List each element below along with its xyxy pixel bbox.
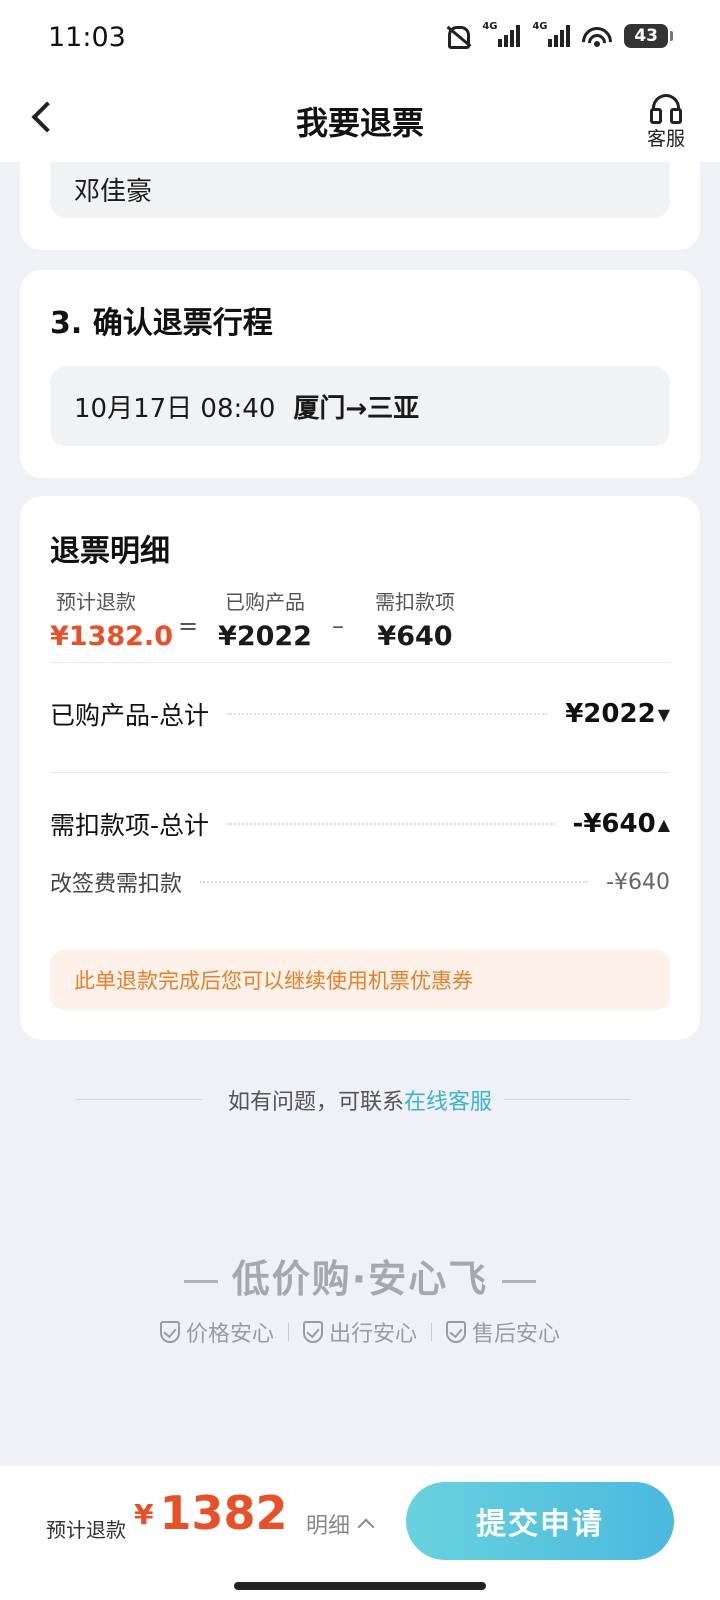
- network-type-2: 4G: [532, 21, 548, 32]
- dotted-leader: [227, 823, 555, 825]
- formula-deduct-value: ¥640: [377, 621, 453, 652]
- customer-service-button[interactable]: 客服: [642, 94, 690, 152]
- signal-icon-2: 4G: [532, 21, 571, 47]
- purchased-total-value: ¥2022: [565, 699, 656, 729]
- slogan: 低价购·安心飞: [0, 1248, 720, 1303]
- submit-button[interactable]: 提交申请: [406, 1482, 674, 1560]
- formula-deduct: 需扣款项 ¥640: [362, 586, 468, 652]
- purchased-total-row[interactable]: 已购产品-总计 ¥2022 ▼: [50, 694, 670, 734]
- badge-travel: 出行安心: [302, 1316, 417, 1348]
- status-bar: 11:03 4G 4G 43: [0, 0, 720, 80]
- headset-icon: [650, 94, 682, 124]
- caret-up-icon[interactable]: ▲: [658, 815, 670, 834]
- badge-price-label: 价格安心: [185, 1322, 274, 1347]
- trip-item: 10月17日 08:40 厦门→三亚: [50, 366, 670, 446]
- refund-page: 邓佳豪 11:03 4G 4G 43 我要退票 客服 3. 确认退票行程 10月…: [0, 0, 720, 1600]
- dotted-leader: [200, 881, 589, 883]
- formula-purchased-label: 已购产品: [225, 590, 305, 614]
- signal-icon: 4G: [482, 21, 521, 47]
- formula-equals: =: [178, 612, 199, 640]
- nav-header: 我要退票 客服: [0, 80, 720, 162]
- trip-date-time: 10月17日 08:40: [74, 393, 276, 424]
- online-service-link[interactable]: 在线客服: [404, 1090, 492, 1115]
- est-refund-label: 预计退款: [46, 1518, 126, 1542]
- battery-icon: 43: [624, 24, 673, 48]
- badge-travel-label: 出行安心: [328, 1322, 417, 1347]
- deduct-total-value: -¥640: [572, 809, 656, 839]
- slogan-dash-left: [183, 1280, 218, 1283]
- formula-purchased: 已购产品 ¥2022: [212, 586, 318, 652]
- status-icons: 4G 4G 43: [444, 21, 673, 49]
- divider: [50, 772, 670, 773]
- wifi-icon: [582, 25, 613, 47]
- mute-icon: [444, 24, 471, 49]
- badge-price: 价格安心: [159, 1316, 274, 1348]
- home-indicator[interactable]: [234, 1582, 486, 1590]
- detail-section-title: 退票明细: [50, 534, 170, 569]
- trip-card: 3. 确认退票行程 10月17日 08:40 厦门→三亚: [20, 270, 700, 478]
- contact-line: 如有问题，可联系在线客服: [0, 1080, 720, 1120]
- contact-text: 如有问题，可联系: [227, 1090, 404, 1115]
- slogan-text: 低价购·安心飞: [231, 1257, 489, 1301]
- purchased-total-label: 已购产品-总计: [50, 701, 210, 730]
- trip-route: 厦门→三亚: [293, 393, 420, 424]
- change-fee-value: -¥640: [606, 869, 670, 895]
- formula-refund-value: ¥1382.0: [50, 621, 173, 652]
- status-time: 11:03: [48, 22, 126, 53]
- slogan-dash-right: [502, 1280, 537, 1283]
- formula-minus: –: [332, 612, 344, 640]
- change-fee-row: 改签费需扣款 -¥640: [50, 862, 670, 902]
- bottom-bar: 预计退款 ¥1382 明细 提交申请: [0, 1466, 720, 1600]
- coupon-notice: 此单退款完成后您可以继续使用机票优惠券: [50, 950, 670, 1010]
- formula-deduct-label: 需扣款项: [375, 590, 455, 614]
- refund-detail-card: 退票明细 预计退款 ¥1382.0 = 已购产品 ¥2022 – 需扣款项 ¥6…: [20, 496, 700, 1040]
- deduct-total-row[interactable]: 需扣款项-总计 -¥640 ▲: [50, 804, 670, 844]
- customer-service-label: 客服: [646, 128, 685, 150]
- shield-check-icon: [446, 1321, 466, 1343]
- est-refund-number: 1382: [159, 1486, 288, 1540]
- page-title: 我要退票: [295, 104, 424, 142]
- change-fee-label: 改签费需扣款: [50, 872, 183, 897]
- network-type: 4G: [482, 21, 498, 32]
- passenger-name: 邓佳豪: [50, 160, 670, 218]
- contact-text-wrap: 如有问题，可联系在线客服: [0, 1084, 720, 1116]
- detail-toggle-label: 明细: [306, 1514, 351, 1539]
- formula-refund: 预计退款 ¥1382.0: [50, 586, 173, 652]
- deduct-total-label: 需扣款项-总计: [50, 811, 210, 840]
- refund-formula: 预计退款 ¥1382.0 = 已购产品 ¥2022 – 需扣款项 ¥640: [50, 586, 670, 666]
- formula-refund-label: 预计退款: [56, 590, 136, 614]
- assurance-badges: 价格安心 出行安心 售后安心: [0, 1316, 720, 1348]
- badge-aftersale: 售后安心: [446, 1316, 560, 1348]
- currency-symbol: ¥: [134, 1498, 154, 1531]
- badge-aftersale-label: 售后安心: [472, 1322, 561, 1347]
- est-refund-amount: ¥1382: [134, 1486, 288, 1540]
- divider: [50, 662, 670, 663]
- badge-separator: [431, 1323, 432, 1341]
- formula-purchased-value: ¥2022: [218, 621, 312, 652]
- detail-toggle[interactable]: 明细: [306, 1508, 375, 1540]
- chevron-up-icon: [357, 1518, 375, 1536]
- caret-down-icon[interactable]: ▼: [658, 705, 670, 724]
- shield-check-icon: [302, 1321, 323, 1343]
- badge-separator: [287, 1323, 289, 1341]
- trip-section-title: 3. 确认退票行程: [50, 306, 273, 341]
- shield-check-icon: [159, 1321, 180, 1343]
- dotted-leader: [227, 713, 548, 715]
